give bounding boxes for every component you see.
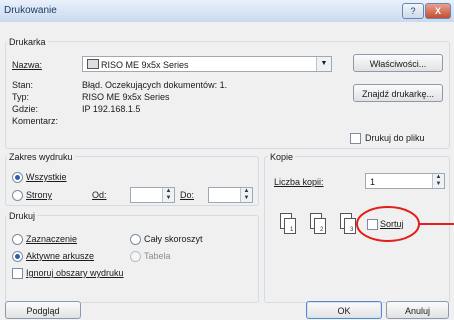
- annotation-highlight: [356, 206, 454, 242]
- range-pages-radio[interactable]: [12, 190, 23, 201]
- selection-radio[interactable]: [12, 234, 23, 245]
- comment-label: Komentarz:: [12, 116, 59, 126]
- window-title: Drukowanie: [4, 5, 57, 16]
- printer-name-label: Nazwa:: [12, 60, 43, 70]
- copies-count-input[interactable]: 1 ▲ ▼: [365, 173, 445, 189]
- to-input[interactable]: ▲ ▼: [208, 187, 253, 203]
- selection-label: Zaznaczenie: [26, 234, 78, 244]
- status-value: Błąd. Oczekujących dokumentów: 1.: [82, 80, 228, 90]
- to-label: Do:: [180, 190, 195, 200]
- active-sheets-radio[interactable]: [12, 251, 23, 262]
- active-sheets-label: Aktywne arkusze: [26, 251, 95, 261]
- status-label: Stan:: [12, 80, 34, 90]
- from-label: Od:: [92, 190, 107, 200]
- page-number-3: 3: [350, 227, 354, 233]
- range-all-label: Wszystkie: [26, 172, 67, 182]
- range-all-radio[interactable]: [12, 172, 23, 183]
- printer-name-value: RISO ME 9x5x Series: [101, 60, 189, 70]
- table-label: Tabela: [144, 251, 171, 261]
- from-spinner[interactable]: ▲ ▼: [162, 188, 174, 202]
- ignore-areas-checkbox[interactable]: [12, 268, 23, 279]
- close-button[interactable]: X: [425, 3, 451, 19]
- help-button[interactable]: ?: [402, 3, 424, 19]
- copies-spinner[interactable]: ▲ ▼: [432, 174, 444, 188]
- print-what-label: Drukuj: [7, 211, 38, 221]
- copies-count-label: Liczba kopii:: [274, 177, 324, 187]
- printer-name-select[interactable]: RISO ME 9x5x Series ▼: [82, 56, 332, 72]
- ok-button[interactable]: OK: [306, 301, 382, 319]
- to-spinner[interactable]: ▲ ▼: [240, 188, 252, 202]
- type-label: Typ:: [12, 92, 30, 102]
- dialog-body: Drukarka Nazwa: RISO ME 9x5x Series ▼ Wł…: [0, 22, 454, 320]
- copies-count-value: 1: [370, 177, 376, 187]
- from-input[interactable]: ▲ ▼: [130, 187, 175, 203]
- print-dialog: Drukowanie ? X Drukarka Nazwa: RISO ME 9…: [0, 0, 454, 320]
- copies-group-label: Kopie: [268, 152, 296, 162]
- type-value: RISO ME 9x5x Series: [82, 92, 170, 102]
- whole-workbook-radio[interactable]: [130, 234, 141, 245]
- title-bar: Drukowanie ? X: [0, 0, 454, 23]
- ignore-areas-label: Ignoruj obszary wydruku: [26, 268, 124, 278]
- whole-workbook-label: Cały skoroszyt: [144, 234, 203, 244]
- print-range-label: Zakres wydruku: [7, 152, 75, 162]
- print-to-file-label: Drukuj do pliku: [365, 133, 425, 143]
- range-pages-label: Strony: [26, 190, 53, 200]
- annotation-ellipse: [356, 206, 420, 242]
- printer-icon: [87, 59, 99, 69]
- properties-button[interactable]: Właściwości...: [353, 54, 443, 72]
- table-radio[interactable]: [130, 251, 141, 262]
- printer-group-label: Drukarka: [7, 37, 48, 47]
- print-to-file-checkbox[interactable]: [350, 133, 361, 144]
- where-label: Gdzie:: [12, 104, 39, 114]
- chevron-down-icon[interactable]: ▼: [316, 57, 331, 71]
- where-value: IP 192.168.1.5: [82, 104, 141, 114]
- page-number-2: 2: [320, 227, 324, 233]
- cancel-button[interactable]: Anuluj: [386, 301, 449, 319]
- preview-button[interactable]: Podgląd: [5, 301, 81, 319]
- find-printer-button[interactable]: Znajdź drukarkę...: [353, 84, 443, 102]
- page-number-1: 1: [290, 227, 294, 233]
